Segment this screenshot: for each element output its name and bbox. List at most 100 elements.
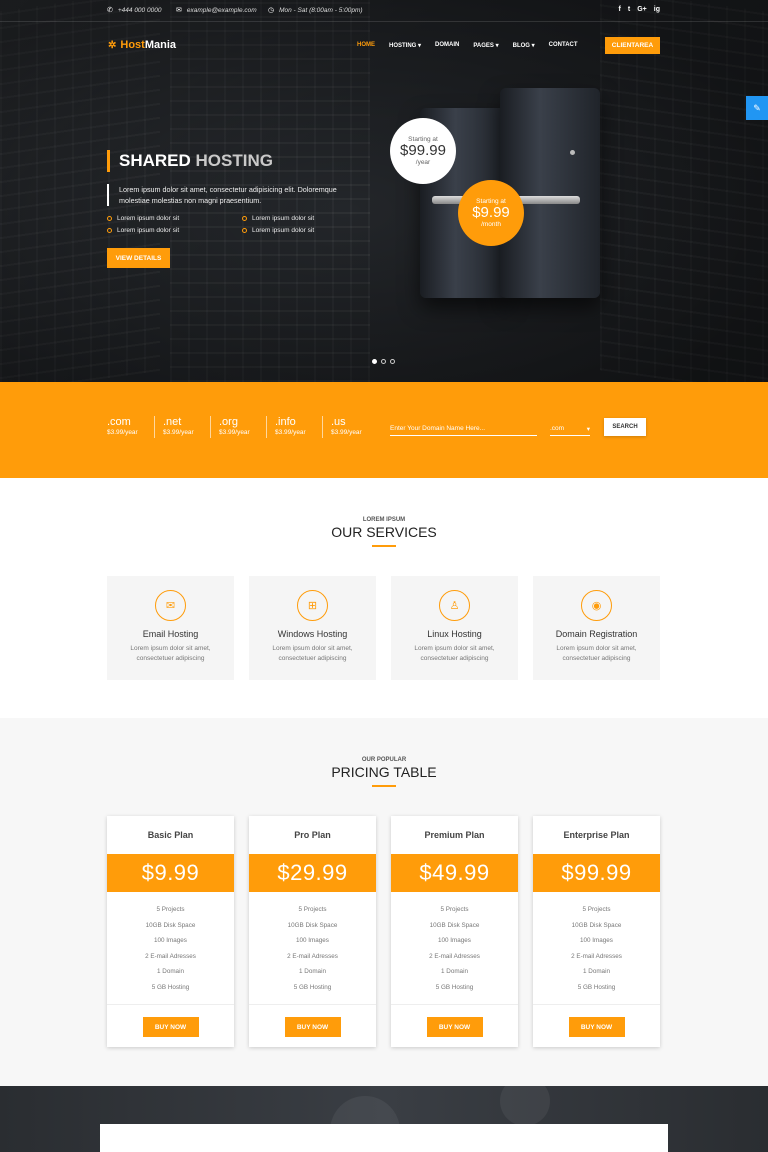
buy-now-button[interactable]: BUY NOW [284,1017,341,1037]
bullet-item: Lorem ipsum dolor sit [242,215,367,222]
divider [107,1004,234,1005]
email-info[interactable]: ✉ example@example.com [176,6,257,15]
service-card-domain[interactable]: ◉ Domain Registration Lorem ipsum dolor … [533,576,660,680]
service-card-windows[interactable]: ⊞ Windows Hosting Lorem ipsum dolor sit … [249,576,376,680]
service-title: Email Hosting [142,629,199,639]
plan-feature: 5 Projects [440,906,469,913]
plan-feature: 100 Images [296,937,329,944]
plan-feature: 10GB Disk Space [145,921,196,929]
price-badge-monthly: Starting at $9.99 /month [458,180,524,246]
plan-feature: 5 GB Hosting [435,983,474,991]
divider [391,1004,518,1005]
bullet-text: Lorem ipsum dolor sit [117,215,180,222]
buy-now-button[interactable]: BUY NOW [568,1017,625,1037]
plan-feature: 5 GB Hosting [577,983,616,991]
hours-text: Mon - Sat (8:00am - 5:00pm) [279,6,363,14]
plan-feature: 1 Domain [299,968,326,975]
view-details-button[interactable]: VIEW DETAILS [107,248,170,268]
plan-feature: 10GB Disk Space [287,921,338,929]
services-subtitle: LOREM IPSUM [362,517,406,523]
client-area-button[interactable]: CLIENTAREA [605,37,660,54]
service-desc: Lorem ipsum dolor sit amet, consectetuer… [130,645,211,662]
style-switcher-tab[interactable]: ✎ [746,96,768,120]
tld-item: .com $3.99/year [107,416,138,438]
pricing-title: PRICING TABLE [331,764,437,780]
nav-item-blog[interactable]: BLOG ▾ [513,42,535,49]
email-text[interactable]: example@example.com [187,7,257,14]
plan-feature: 100 Images [438,937,471,944]
slider-dot[interactable] [390,359,395,364]
slider-dots [372,359,395,364]
nav-item-hosting[interactable]: HOSTING ▾ [389,42,421,49]
bottom-content-card [100,1124,668,1152]
plan-feature: 5 Projects [582,906,611,913]
nav-item-home[interactable]: HOME [357,42,375,49]
domain-search-bar: .com $3.99/year .net $3.99/year .org $3.… [0,382,768,478]
plan-feature: 2 E-mail Adresses [429,952,480,960]
windows-icon: ⊞ [297,590,328,621]
service-card-email[interactable]: ✉ Email Hosting Lorem ipsum dolor sit am… [107,576,234,680]
buy-now-button[interactable]: BUY NOW [142,1017,199,1037]
bullet-text: Lorem ipsum dolor sit [117,227,180,234]
plan-feature: 5 Projects [298,906,327,913]
twitter-icon[interactable]: t [628,6,630,13]
tld-item: .us $3.99/year [322,416,362,438]
server-led [570,150,575,155]
clock-icon: ◷ [268,7,275,14]
tld-price: $3.99/year [163,429,194,436]
nav-label: BLOG [512,43,530,49]
facebook-icon[interactable]: f [619,6,621,13]
plan-feature: 5 GB Hosting [293,983,332,991]
plan-features: 5 Projects 10GB Disk Space 100 Images 2 … [391,902,518,995]
tld-name: .org [219,416,238,428]
hero-title-main: SHARED [119,151,191,170]
plan-name: Basic Plan [147,830,194,840]
domain-search-button[interactable]: SEARCH [604,418,646,436]
plan-name: Enterprise Plan [563,830,630,840]
service-card-linux[interactable]: ♙ Linux Hosting Lorem ipsum dolor sit am… [391,576,518,680]
plan-feature: 1 Domain [583,968,610,975]
domain-search-input[interactable] [390,422,537,436]
nav-item-contact[interactable]: CONTACT [549,42,578,49]
hero-bullets: Lorem ipsum dolor sit Lorem ipsum dolor … [107,215,367,234]
caret-down-icon: ▾ [418,43,422,49]
brush-icon: ✎ [753,102,761,113]
plan-price: $99.99 [533,854,660,892]
hero-section: ✆ +444 000 0000 ✉ example@example.com ◷ … [0,0,768,382]
nav-item-domain[interactable]: DOMAIN [435,42,459,49]
plan-name: Pro Plan [294,830,331,840]
service-title: Domain Registration [555,629,638,639]
logo[interactable]: ✲ HostMania [108,39,176,51]
pricing-card-basic: Basic Plan $9.99 5 Projects 10GB Disk Sp… [107,816,234,1047]
slider-dot[interactable] [381,359,386,364]
plan-price: $29.99 [249,854,376,892]
price-badge-value: $99.99 [400,142,446,159]
globe-icon: ◉ [581,590,612,621]
bullet-dot-icon [242,216,247,221]
service-title: Linux Hosting [427,629,482,639]
slider-dot[interactable] [372,359,377,364]
plan-feature: 10GB Disk Space [571,921,622,929]
tld-name: .com [107,416,131,428]
plan-feature: 100 Images [154,937,187,944]
divider [533,1004,660,1005]
instagram-icon[interactable]: ig [654,6,660,13]
divider [249,1004,376,1005]
price-badge-unit: /year [415,159,431,166]
bullet-dot-icon [107,216,112,221]
social-links: f t G+ ig [619,6,660,13]
tld-select[interactable]: .com ▾ [550,422,590,436]
service-title: Windows Hosting [277,629,348,639]
google-plus-icon[interactable]: G+ [637,6,647,13]
hero-title: SHARED HOSTING [107,150,273,172]
phone-text: +444 000 0000 [117,6,162,14]
section-divider [372,545,396,547]
plan-feature: 100 Images [580,937,613,944]
caret-down-icon: ▾ [586,425,590,433]
nav-label: PAGES [473,43,494,49]
plan-features: 5 Projects 10GB Disk Space 100 Images 2 … [249,902,376,995]
nav-item-pages[interactable]: PAGES ▾ [473,42,498,49]
buy-now-button[interactable]: BUY NOW [426,1017,483,1037]
tld-price: $3.99/year [275,429,306,436]
decor-shape [500,1076,550,1126]
